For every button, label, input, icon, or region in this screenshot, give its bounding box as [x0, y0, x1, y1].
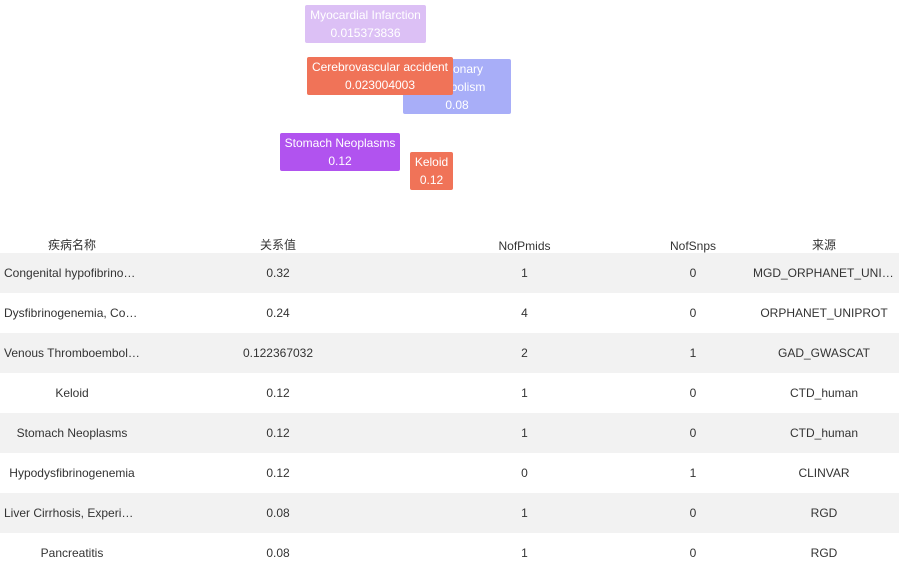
table-row[interactable]: Dysfibrinogenemia, Congenital0.2440ORPHA… [0, 293, 899, 333]
cell-nofsnps: 0 [637, 253, 749, 293]
table-row[interactable]: Pancreatitis 0.08 1 0 RGD [0, 533, 899, 573]
table-row[interactable]: Venous Thromboembolism 0.122367032 2 1 GAD_G… [0, 333, 899, 373]
cell-nofsnps: 1 [637, 333, 749, 373]
cell-disease-name: Liver Cirrhosis, Experimental [0, 493, 144, 533]
bubble-value: 0.12 [328, 154, 352, 168]
column-header-disease-name[interactable]: 疾病名称 [0, 235, 144, 253]
cell-relation-value: 0.122367032 [144, 333, 412, 373]
bubble-value: 0.015373836 [330, 26, 401, 40]
cell-disease-name: Pancreatitis [0, 533, 144, 573]
bubble-label: Cerebrovascular accident [311, 60, 449, 74]
bubble-value: 0.12 [419, 173, 444, 187]
cell-source: ORPHANET_UNIPROT [749, 293, 899, 333]
cell-relation-value: 0.32 [144, 253, 412, 293]
cell-nofpmids: 0 [412, 453, 637, 493]
cell-nofsnps: 0 [637, 533, 749, 573]
cell-nofpmids: 4 [412, 293, 637, 333]
cell-nofsnps: 0 [637, 373, 749, 413]
bubble-cerebrovascular-accident[interactable]: Cerebrovascular accident 0.023004003 [307, 57, 453, 95]
column-header-nofpmids[interactable]: NofPmids [412, 235, 637, 253]
cell-nofpmids: 1 [412, 253, 637, 293]
cell-source: CTD_human [749, 413, 899, 453]
table-row[interactable]: Hypodysfibrinogenemia 0.12 0 1 CLINVAR [0, 453, 899, 493]
cell-source: CTD_human [749, 373, 899, 413]
table-body: Congenital hypofibrinogenemia0.3210MGD_O… [0, 253, 899, 573]
bubble-value: 0.023004003 [344, 78, 416, 92]
cell-relation-value: 0.12 [144, 453, 412, 493]
cell-disease-name: Congenital hypofibrinogenemia [0, 253, 144, 293]
bubble-label: Stomach Neoplasms [284, 136, 396, 150]
bubble-keloid[interactable]: Keloid 0.12 [410, 152, 453, 190]
table-row[interactable]: Keloid 0.12 1 0 CTD_human [0, 373, 899, 413]
bubble-label: Keloid [414, 155, 449, 169]
table-row[interactable]: Liver Cirrhosis, Experimental 0.08 1 0 RGD [0, 493, 899, 533]
cell-nofsnps: 0 [637, 493, 749, 533]
column-header-source[interactable]: 来源 [749, 235, 899, 253]
disease-table: 疾病名称 关系值 NofPmids NofSnps 来源 Congenital … [0, 235, 899, 573]
cell-source: CLINVAR [749, 453, 899, 493]
bubble-value: 0.08 [445, 98, 469, 112]
cell-relation-value: 0.08 [144, 533, 412, 573]
cell-disease-name: Stomach Neoplasms [0, 413, 144, 453]
cell-source: MGD_ORPHANET_UNIPROT [749, 253, 899, 293]
cell-source: GAD_GWASCAT [749, 333, 899, 373]
bubble-myocardial-infarction[interactable]: Myocardial Infarction 0.015373836 [305, 5, 426, 43]
cell-nofsnps: 0 [637, 293, 749, 333]
cell-nofpmids: 1 [412, 413, 637, 453]
cell-nofsnps: 0 [637, 413, 749, 453]
cell-relation-value: 0.12 [144, 413, 412, 453]
cell-relation-value: 0.08 [144, 493, 412, 533]
cell-source: RGD [749, 493, 899, 533]
cell-nofpmids: 1 [412, 533, 637, 573]
bubble-label: Myocardial Infarction [310, 8, 421, 22]
disease-bubble-chart: Myocardial Infarction 0.015373836 onary … [0, 0, 899, 230]
cell-disease-name: Dysfibrinogenemia, Congenital [0, 293, 144, 333]
cell-nofpmids: 1 [412, 373, 637, 413]
cell-relation-value: 0.24 [144, 293, 412, 333]
cell-nofpmids: 1 [412, 493, 637, 533]
column-header-nofsnps[interactable]: NofSnps [637, 235, 749, 253]
table-row[interactable]: Stomach Neoplasms 0.12 1 0 CTD_human [0, 413, 899, 453]
table-header-row: 疾病名称 关系值 NofPmids NofSnps 来源 [0, 235, 899, 253]
column-header-relation-value[interactable]: 关系值 [144, 235, 412, 253]
cell-nofsnps: 1 [637, 453, 749, 493]
cell-disease-name: Keloid [0, 373, 144, 413]
cell-source: RGD [749, 533, 899, 573]
bubble-stomach-neoplasms[interactable]: Stomach Neoplasms 0.12 [280, 133, 400, 171]
cell-disease-name: Hypodysfibrinogenemia [0, 453, 144, 493]
cell-disease-name: Venous Thromboembolism [0, 333, 144, 373]
cell-nofpmids: 2 [412, 333, 637, 373]
table-row[interactable]: Congenital hypofibrinogenemia0.3210MGD_O… [0, 253, 899, 293]
cell-relation-value: 0.12 [144, 373, 412, 413]
